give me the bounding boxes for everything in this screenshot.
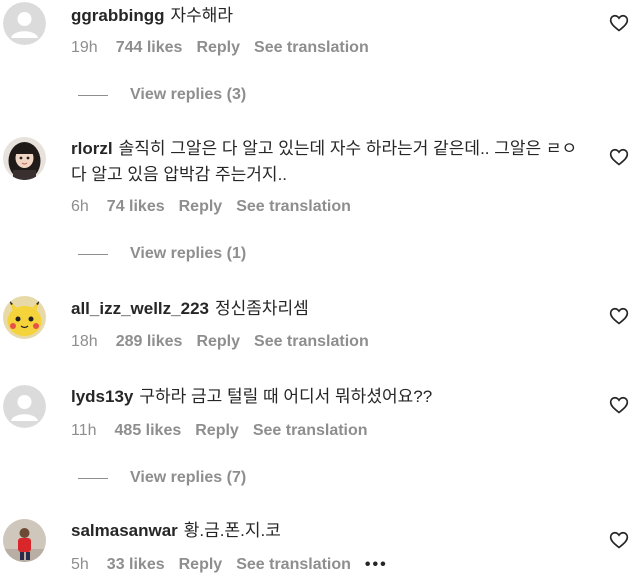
comment-likes[interactable]: 289 likes (116, 333, 183, 350)
see-translation-button[interactable]: See translation (254, 39, 369, 56)
comment-text: 솔직히 그알은 다 알고 있는데 자수 하라는거 같은데.. 그알은 ㄹㅇ 다 … (71, 139, 578, 184)
comment-timestamp: 5h (71, 556, 89, 573)
see-translation-button[interactable]: See translation (236, 556, 351, 573)
comment-meta: 11h 485 likes Reply See translation (71, 422, 382, 440)
girl-avatar[interactable] (3, 137, 46, 180)
reply-button[interactable]: Reply (195, 422, 239, 439)
view-replies-label: View replies (1) (130, 245, 247, 262)
comment-body: salmasanwar 황.금.폰.지.코 (71, 518, 591, 544)
comment-likes[interactable]: 33 likes (107, 556, 165, 573)
comment-timestamp: 19h (71, 39, 98, 56)
comment-username[interactable]: lyds13y (71, 387, 133, 406)
comment-timestamp: 6h (71, 198, 89, 215)
see-translation-button[interactable]: See translation (253, 422, 368, 439)
view-replies-button[interactable]: View replies (7) (78, 469, 246, 487)
comment-timestamp: 18h (71, 333, 98, 350)
like-heart-icon[interactable] (609, 13, 629, 33)
like-heart-icon[interactable] (609, 530, 629, 550)
comment-body: ggrabbingg 자수해라 (71, 3, 591, 29)
comment-meta: 6h 74 likes Reply See translation (71, 198, 365, 216)
comment-body: rlorzl 솔직히 그알은 다 알고 있는데 자수 하라는거 같은데.. 그알은… (71, 136, 591, 188)
replies-divider-line (78, 94, 108, 96)
comment-timestamp: 11h (71, 422, 97, 439)
comment-likes[interactable]: 744 likes (116, 39, 183, 56)
comment-meta: 18h 289 likes Reply See translation (71, 333, 383, 351)
default-avatar[interactable] (3, 2, 46, 45)
comment-meta: 19h 744 likes Reply See translation (71, 39, 383, 57)
see-translation-button[interactable]: See translation (236, 198, 351, 215)
comment-likes[interactable]: 485 likes (115, 422, 182, 439)
comment-likes[interactable]: 74 likes (107, 198, 165, 215)
comment-text: 자수해라 (170, 6, 234, 25)
comment-username[interactable]: ggrabbingg (71, 6, 164, 25)
comment-username[interactable]: salmasanwar (71, 521, 178, 540)
comment-body: lyds13y 구하라 금고 털릴 때 어디서 뭐하셨어요?? (71, 384, 591, 410)
replies-divider-line (78, 253, 108, 255)
view-replies-button[interactable]: View replies (1) (78, 245, 246, 263)
like-heart-icon[interactable] (609, 306, 629, 326)
pikachu-avatar[interactable] (3, 296, 46, 339)
comment-username[interactable]: all_izz_wellz_223 (71, 299, 209, 318)
reply-button[interactable]: Reply (196, 39, 240, 56)
default-avatar[interactable] (3, 385, 46, 428)
comment-meta: 5h 33 likes Reply See translation ••• (71, 556, 402, 574)
like-heart-icon[interactable] (609, 395, 629, 415)
replies-divider-line (78, 477, 108, 479)
see-translation-button[interactable]: See translation (254, 333, 369, 350)
comment-body: all_izz_wellz_223 정신좀차리셈 (71, 296, 591, 322)
comment-username[interactable]: rlorzl (71, 139, 113, 158)
comment-text: 황.금.폰.지.코 (183, 521, 281, 540)
more-options-icon[interactable]: ••• (365, 556, 388, 573)
view-replies-label: View replies (7) (130, 469, 247, 486)
view-replies-button[interactable]: View replies (3) (78, 86, 246, 104)
like-heart-icon[interactable] (609, 147, 629, 167)
comment-text: 정신좀차리셈 (214, 299, 309, 318)
reply-button[interactable]: Reply (196, 333, 240, 350)
red-shirt-avatar[interactable] (3, 519, 46, 562)
reply-button[interactable]: Reply (179, 556, 223, 573)
reply-button[interactable]: Reply (179, 198, 223, 215)
view-replies-label: View replies (3) (130, 86, 247, 103)
comment-text: 구하라 금고 털릴 때 어디서 뭐하셨어요?? (139, 387, 433, 406)
